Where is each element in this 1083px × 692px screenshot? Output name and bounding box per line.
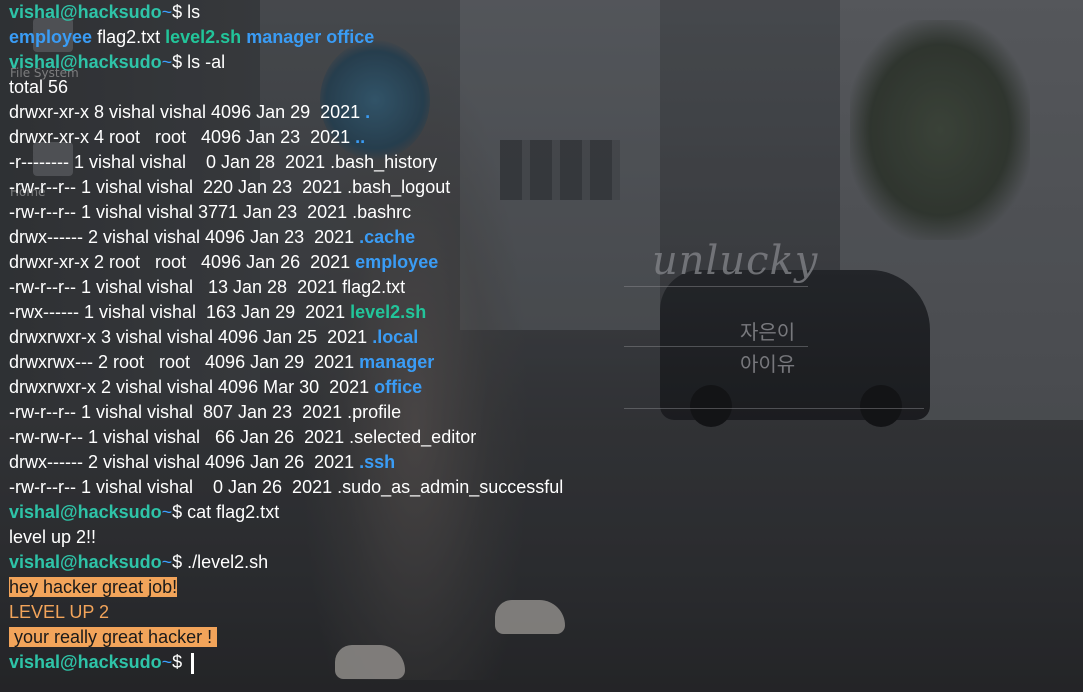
prompt-user-host: vishal@hacksudo [9, 502, 162, 522]
entry-metadata: drwxr-xr-x 4 root root 4096 Jan 23 2021 [9, 127, 356, 147]
prompt-symbol: $ [172, 552, 188, 572]
prompt-symbol: $ [172, 52, 188, 72]
entry-name: flag2.txt [342, 277, 406, 297]
entry-metadata: -r-------- 1 vishal vishal 0 Jan 28 2021 [9, 152, 331, 172]
terminal-command-line: vishal@hacksudo~$ cat flag2.txt [9, 500, 279, 525]
prompt-user-host: vishal@hacksudo [9, 652, 162, 672]
prompt-path: ~ [161, 552, 173, 572]
entry-metadata: -rw-r--r-- 1 vishal vishal 220 Jan 23 20… [9, 177, 348, 197]
entry-metadata: drwxrwx--- 2 root root 4096 Jan 29 2021 [9, 352, 360, 372]
ls-long-entry: drwxrwx--- 2 root root 4096 Jan 29 2021 … [9, 350, 434, 375]
terminal-window[interactable]: vishal@hacksudo~$ ls employee flag2.txt l… [0, 0, 1083, 692]
ls-item: manager [246, 27, 322, 47]
entry-metadata: drwx------ 2 vishal vishal 4096 Jan 23 2… [9, 227, 360, 247]
entry-name: .bashrc [352, 202, 412, 222]
prompt-path: ~ [161, 652, 173, 672]
prompt-symbol: $ [172, 502, 188, 522]
entry-metadata: -rw-r--r-- 1 vishal vishal 0 Jan 26 2021 [9, 477, 338, 497]
entry-name: .cache [359, 227, 416, 247]
prompt-path: ~ [161, 52, 173, 72]
entry-name: .sudo_as_admin_successful [337, 477, 564, 497]
entry-name: .bash_logout [347, 177, 451, 197]
ls-long-entry: drwxr-xr-x 4 root root 4096 Jan 23 2021 … [9, 125, 365, 150]
ls-item: flag2.txt [97, 27, 161, 47]
entry-name: .local [372, 327, 419, 347]
ls-item: level2.sh [165, 27, 242, 47]
text-cursor[interactable] [191, 652, 195, 674]
ls-long-entry: -r-------- 1 vishal vishal 0 Jan 28 2021… [9, 150, 437, 175]
entry-name: . [365, 102, 371, 122]
prompt-symbol: $ [172, 2, 188, 22]
script-output-highlight: your really great hacker ! [9, 625, 218, 650]
entry-name: .selected_editor [349, 427, 477, 447]
prompt-path: ~ [161, 2, 173, 22]
ls-output-line: employee flag2.txt level2.sh manager off… [9, 25, 374, 50]
desktop-screen: unlucky 자은이 아이유 File System Home vishal@… [0, 0, 1083, 692]
entry-metadata: drwxrwxr-x 2 vishal vishal 4096 Mar 30 2… [9, 377, 375, 397]
ls-long-entry: drwxrwxr-x 2 vishal vishal 4096 Mar 30 2… [9, 375, 422, 400]
command-text: ./level2.sh [187, 552, 269, 572]
entry-name: .ssh [359, 452, 396, 472]
prompt-user-host: vishal@hacksudo [9, 2, 162, 22]
highlighted-text: your really great hacker ! [9, 627, 218, 647]
prompt-user-host: vishal@hacksudo [9, 552, 162, 572]
ls-long-entry: drwx------ 2 vishal vishal 4096 Jan 26 2… [9, 450, 395, 475]
script-output-highlight: hey hacker great job! [9, 575, 178, 600]
entry-name: .bash_history [330, 152, 438, 172]
terminal-command-line: vishal@hacksudo~$ ls [9, 0, 200, 25]
terminal-command-line: vishal@hacksudo~$ ls -al [9, 50, 225, 75]
entry-metadata: -rw-r--r-- 1 vishal vishal 13 Jan 28 202… [9, 277, 343, 297]
prompt-user-host: vishal@hacksudo [9, 52, 162, 72]
orange-text: LEVEL UP 2 [9, 602, 110, 622]
ls-item: employee [9, 27, 93, 47]
terminal-command-line: vishal@hacksudo~$ ./level2.sh [9, 550, 268, 575]
entry-metadata: -rw-r--r-- 1 vishal vishal 807 Jan 23 20… [9, 402, 348, 422]
prompt-path: ~ [161, 502, 173, 522]
ls-long-entry: -rw-r--r-- 1 vishal vishal 220 Jan 23 20… [9, 175, 450, 200]
ls-long-entry: -rw-r--r-- 1 vishal vishal 3771 Jan 23 2… [9, 200, 411, 225]
ls-long-entry: -rw-r--r-- 1 vishal vishal 807 Jan 23 20… [9, 400, 401, 425]
entry-metadata: drwxrwxr-x 3 vishal vishal 4096 Jan 25 2… [9, 327, 373, 347]
terminal-output-line: level up 2!! [9, 525, 96, 550]
entry-name: level2.sh [350, 302, 427, 322]
entry-metadata: drwxr-xr-x 2 root root 4096 Jan 26 2021 [9, 252, 356, 272]
ls-long-entry: drwxrwxr-x 3 vishal vishal 4096 Jan 25 2… [9, 325, 418, 350]
prompt-symbol: $ [172, 652, 188, 672]
entry-name: .. [355, 127, 366, 147]
ls-long-entry: drwxr-xr-x 8 vishal vishal 4096 Jan 29 2… [9, 100, 370, 125]
command-text: cat flag2.txt [187, 502, 280, 522]
entry-metadata: drwxr-xr-x 8 vishal vishal 4096 Jan 29 2… [9, 102, 366, 122]
ls-long-entry: -rw-r--r-- 1 vishal vishal 13 Jan 28 202… [9, 275, 405, 300]
output-text: level up 2!! [9, 527, 97, 547]
entry-name: .profile [347, 402, 402, 422]
script-output-orange: LEVEL UP 2 [9, 600, 109, 625]
entry-name: employee [355, 252, 439, 272]
entry-name: office [374, 377, 423, 397]
entry-metadata: drwx------ 2 vishal vishal 4096 Jan 26 2… [9, 452, 360, 472]
terminal-output-line: total 56 [9, 75, 68, 100]
terminal-active-prompt: vishal@hacksudo~$ [9, 650, 195, 675]
highlighted-text: hey hacker great job! [9, 577, 178, 597]
ls-long-entry: drwx------ 2 vishal vishal 4096 Jan 23 2… [9, 225, 415, 250]
output-text: total 56 [9, 77, 69, 97]
command-text: ls -al [187, 52, 226, 72]
ls-long-entry: -rwx------ 1 vishal vishal 163 Jan 29 20… [9, 300, 426, 325]
command-text: ls [187, 2, 201, 22]
ls-item: office [326, 27, 375, 47]
ls-long-entry: -rw-rw-r-- 1 vishal vishal 66 Jan 26 202… [9, 425, 476, 450]
entry-metadata: -rwx------ 1 vishal vishal 163 Jan 29 20… [9, 302, 351, 322]
entry-metadata: -rw-r--r-- 1 vishal vishal 3771 Jan 23 2… [9, 202, 353, 222]
ls-long-entry: drwxr-xr-x 2 root root 4096 Jan 26 2021 … [9, 250, 438, 275]
entry-name: manager [359, 352, 435, 372]
ls-long-entry: -rw-r--r-- 1 vishal vishal 0 Jan 26 2021… [9, 475, 563, 500]
entry-metadata: -rw-rw-r-- 1 vishal vishal 66 Jan 26 202… [9, 427, 350, 447]
